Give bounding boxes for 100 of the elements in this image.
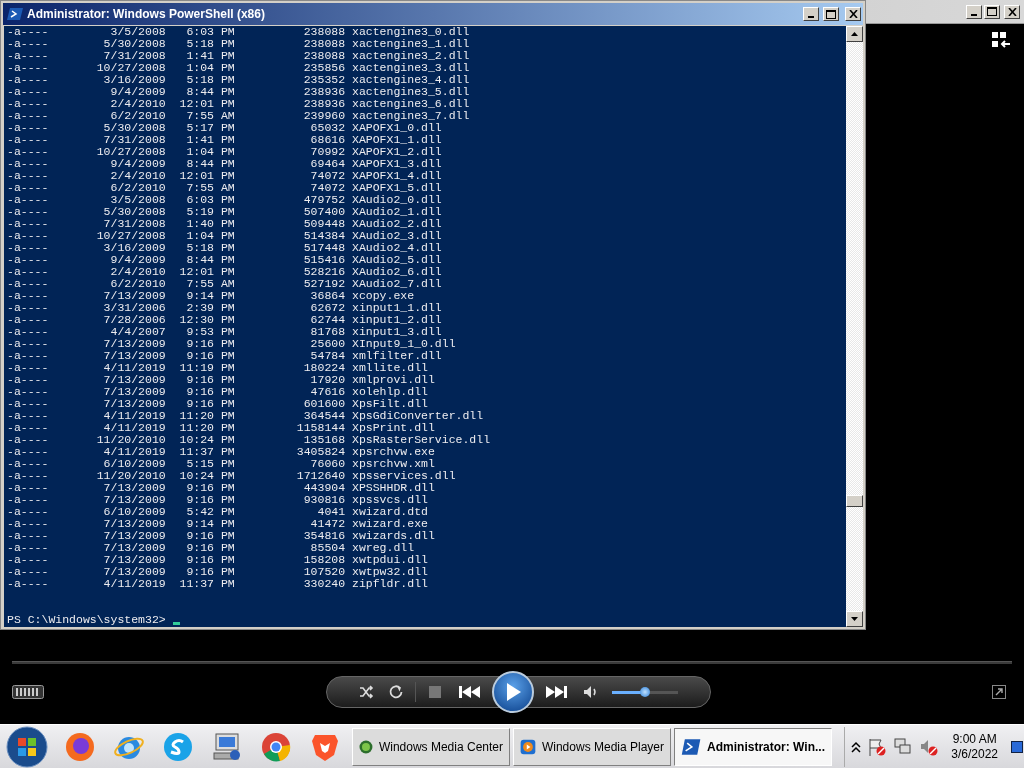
time-cell: 9:16 PM xyxy=(186,386,235,398)
date-cell: 10/27/2008 xyxy=(96,62,166,74)
file-name-cell-text: xinput1_3.dll xyxy=(351,326,442,338)
date-cell: 7/13/2009 xyxy=(103,566,166,578)
size-cell: 85504 xyxy=(310,542,346,554)
mode-cell: -a---- xyxy=(7,206,49,218)
date-cell: 3/16/2009 xyxy=(103,74,166,86)
maximize-icon xyxy=(987,7,997,16)
file-name-cell-text: XAudio2_2.dll xyxy=(351,218,442,230)
file-name-cell-text: xwtpdui.dll xyxy=(351,554,428,566)
time-cell: 11:37 PM xyxy=(179,446,235,458)
date-cell: 3/16/2009 xyxy=(103,242,166,254)
arrow-down-icon xyxy=(851,617,858,621)
play-button[interactable] xyxy=(491,671,534,713)
volume-slider[interactable] xyxy=(611,690,678,694)
size-cell: 4041 xyxy=(317,506,346,518)
date-cell: 7/28/2006 xyxy=(103,314,166,326)
size-cell: 180224 xyxy=(303,362,346,374)
previous-icon xyxy=(457,685,482,699)
date-cell: 7/13/2009 xyxy=(103,554,166,566)
scroll-up-button[interactable] xyxy=(846,26,863,42)
time-cell: 11:37 PM xyxy=(179,578,235,590)
size-cell: 238088 xyxy=(303,50,346,62)
maximize-button[interactable] xyxy=(823,7,839,21)
date-cell: 11/20/2010 xyxy=(96,470,166,482)
flag-icon[interactable] xyxy=(867,736,888,757)
file-name-cell-text: XAudio2_6.dll xyxy=(351,266,442,278)
size-cell: 81768 xyxy=(310,326,346,338)
time-cell: 5:19 PM xyxy=(186,206,235,218)
mode-cell: -a---- xyxy=(7,278,49,290)
file-name-cell-text: xwreg.dll xyxy=(351,542,415,554)
shuffle-icon xyxy=(357,684,374,700)
full-screen-icon[interactable] xyxy=(992,685,1006,699)
file-name-cell-text: xmlprovi.dll xyxy=(351,374,435,386)
start-button[interactable] xyxy=(4,725,50,768)
mode-cell: -a---- xyxy=(7,326,49,338)
scroll-down-button[interactable] xyxy=(846,611,863,627)
mode-cell: -a---- xyxy=(7,266,49,278)
size-cell: 517448 xyxy=(303,242,346,254)
date-cell: 7/13/2009 xyxy=(103,518,166,530)
file-name-cell-text: xinput1_1.dll xyxy=(351,302,442,314)
date-cell: 4/11/2019 xyxy=(103,362,166,374)
time-cell: 9:16 PM xyxy=(186,530,235,542)
mode-cell: -a---- xyxy=(7,470,49,482)
file-name-cell-text: XAPOFX1_1.dll xyxy=(351,134,442,146)
size-cell: 74072 xyxy=(310,170,346,182)
file-name-cell-text: XAudio2_4.dll xyxy=(351,242,442,254)
file-name-cell-text: xactengine3_0.dll xyxy=(351,26,470,38)
scrollbar[interactable] xyxy=(846,26,863,627)
taskbar-button[interactable]: Windows Media Center xyxy=(352,727,510,766)
file-name-cell-text: XAudio2_5.dll xyxy=(351,254,442,266)
close-button[interactable] xyxy=(1004,4,1020,19)
time-cell: 8:44 PM xyxy=(186,254,235,266)
time-cell: 10:24 PM xyxy=(179,434,235,446)
size-cell: 68616 xyxy=(310,134,346,146)
time-cell: 9:16 PM xyxy=(186,494,235,506)
date-cell: 5/30/2008 xyxy=(103,206,166,218)
date-cell: 7/13/2009 xyxy=(103,542,166,554)
time-cell: 11:20 PM xyxy=(179,410,235,422)
scroll-thumb[interactable] xyxy=(846,495,863,507)
close-button[interactable] xyxy=(845,7,861,21)
volume-thumb[interactable] xyxy=(639,686,650,697)
time-cell: 12:01 PM xyxy=(179,266,235,278)
time-cell: 12:30 PM xyxy=(179,314,235,326)
taskbar-button[interactable]: Windows Media Player xyxy=(513,727,671,766)
time-cell: 5:18 PM xyxy=(186,38,235,50)
size-cell: 443904 xyxy=(303,482,346,494)
date-cell: 11/20/2010 xyxy=(96,434,166,446)
size-cell: 41472 xyxy=(310,518,346,530)
date-cell: 6/2/2010 xyxy=(110,278,166,290)
equalizer-icon[interactable] xyxy=(12,685,44,699)
date-cell: 2/4/2010 xyxy=(110,98,166,110)
file-name-cell-text: xactengine3_1.dll xyxy=(351,38,470,50)
minimize-button[interactable] xyxy=(966,4,982,19)
size-cell: 509448 xyxy=(303,218,346,230)
windows-orb-icon xyxy=(6,725,48,768)
mode-cell: -a---- xyxy=(7,446,49,458)
date-cell: 5/30/2008 xyxy=(103,122,166,134)
file-name-cell-text: xpsservices.dll xyxy=(351,470,456,482)
file-name-cell-text: xactengine3_2.dll xyxy=(351,50,470,62)
close-icon xyxy=(1007,7,1017,16)
size-cell: 330240 xyxy=(303,578,346,590)
mode-cell: -a---- xyxy=(7,122,49,134)
switch-view-icon[interactable] xyxy=(992,32,1010,48)
clock[interactable]: 9:00 AM 3/6/2022 xyxy=(951,731,998,762)
mode-cell: -a---- xyxy=(7,254,49,266)
mode-cell: -a---- xyxy=(7,98,49,110)
minimize-button[interactable] xyxy=(803,7,819,21)
network-icon[interactable] xyxy=(893,736,914,757)
chevron-up-icon[interactable] xyxy=(851,740,862,753)
maximize-button[interactable] xyxy=(984,4,1000,19)
maximize-icon xyxy=(826,9,836,19)
time-cell: 6:03 PM xyxy=(186,194,235,206)
size-cell: 76060 xyxy=(310,458,346,470)
size-cell: 238088 xyxy=(303,26,346,38)
size-cell: 69464 xyxy=(310,158,346,170)
file-name-cell-text: xactengine3_4.dll xyxy=(351,74,470,86)
taskbar-button[interactable]: Administrator: Win... xyxy=(674,727,832,766)
file-name-cell-text: xcopy.exe xyxy=(351,290,415,302)
time-cell: 9:16 PM xyxy=(186,554,235,566)
